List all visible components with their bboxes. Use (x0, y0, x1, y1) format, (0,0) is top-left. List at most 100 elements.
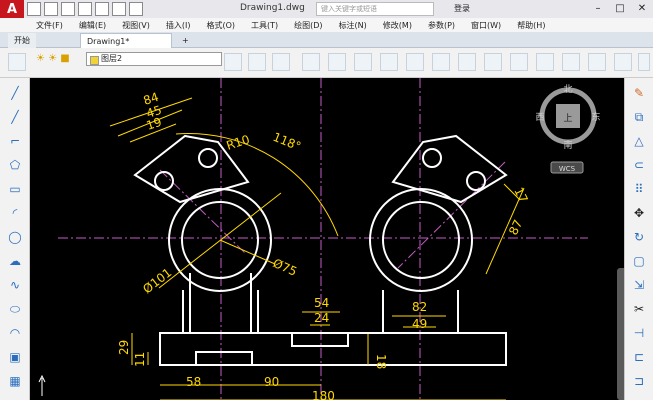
dimension-labels: 84 45 19 118° R10 Ø101 Ø75 54 24 82 49 2… (117, 90, 531, 400)
dimension-space-icon[interactable] (588, 53, 606, 71)
make-block-icon[interactable]: ▦ (6, 372, 24, 390)
viewcube[interactable]: 北 南 东 西 上 WCS (535, 84, 601, 174)
add-tab-button[interactable]: + (176, 33, 195, 48)
scale-icon[interactable]: ▢ (630, 252, 648, 270)
ellipse-arc-icon[interactable]: ◠ (6, 324, 24, 342)
document-title: Drawing1.dwg (240, 3, 305, 13)
save-icon[interactable] (61, 2, 75, 16)
linear-dimension-icon[interactable] (302, 53, 320, 71)
tab-drawing1[interactable]: Drawing1* (80, 33, 172, 48)
dim-24: 24 (314, 311, 329, 325)
radius-dimension-icon[interactable] (406, 53, 424, 71)
minimize-icon[interactable]: – (587, 0, 609, 18)
stretch-icon[interactable]: ⇲ (630, 276, 648, 294)
document-tab-bar: 开始 Drawing1* + (0, 32, 653, 48)
arc-length-icon[interactable] (354, 53, 372, 71)
circle-icon[interactable]: ◯ (6, 228, 24, 246)
menu-bar: 文件(F) 编辑(E) 视图(V) 插入(I) 格式(O) 工具(T) 绘图(D… (0, 18, 653, 32)
app-logo[interactable]: A (0, 0, 24, 18)
move-icon[interactable]: ✥ (630, 204, 648, 222)
viewcube-east[interactable]: 东 (591, 111, 600, 123)
menu-tools[interactable]: 工具(T) (251, 20, 278, 31)
construction-line-icon[interactable]: ╱ (6, 108, 24, 126)
center-lines (58, 78, 588, 400)
array-icon[interactable]: ⠿ (630, 180, 648, 198)
maximize-icon[interactable]: □ (609, 0, 631, 18)
tab-start[interactable]: 开始 (8, 33, 36, 48)
layer-stack-icon[interactable] (224, 53, 242, 71)
menu-format[interactable]: 格式(O) (206, 20, 235, 31)
viewcube-top[interactable]: 上 (563, 113, 572, 124)
ucs-icon (38, 374, 46, 396)
ellipse-icon[interactable]: ⬭ (6, 300, 24, 318)
aligned-dimension-icon[interactable] (328, 53, 346, 71)
undo-icon[interactable] (112, 2, 126, 16)
revision-cloud-icon[interactable]: ☁ (6, 252, 24, 270)
layer-dropdown[interactable]: 图层2 (86, 52, 222, 66)
trim-icon[interactable]: ✂ (630, 300, 648, 318)
viewcube-south[interactable]: 南 (563, 139, 572, 151)
modify-toolbar: ✎ ⧉ △ ⊂ ⠿ ✥ ↻ ▢ ⇲ ✂ ⊣ ⊏ ⊐ (624, 78, 653, 400)
menu-edit[interactable]: 编辑(E) (79, 20, 106, 31)
rotate-icon[interactable]: ↻ (630, 228, 648, 246)
erase-icon[interactable]: ✎ (630, 84, 648, 102)
menu-parameters[interactable]: 参数(P) (428, 20, 455, 31)
drawing-canvas[interactable]: 84 45 19 118° R10 Ø101 Ø75 54 24 82 49 2… (30, 78, 624, 400)
dim-11: 11 (133, 352, 147, 367)
spline-icon[interactable]: ∿ (6, 276, 24, 294)
menu-insert[interactable]: 插入(I) (166, 20, 191, 31)
polygon-icon[interactable]: ⬠ (6, 156, 24, 174)
dim-87: 87 (506, 217, 525, 237)
dimension-lines (109, 97, 525, 400)
tolerance-icon[interactable] (638, 53, 650, 71)
menu-window[interactable]: 窗口(W) (471, 20, 501, 31)
insert-block-icon[interactable]: ▣ (6, 348, 24, 366)
menu-dimension[interactable]: 标注(N) (339, 20, 367, 31)
layer-state-icons[interactable]: ☀ ☀ ■ (36, 52, 82, 66)
quick-dimension-icon[interactable] (510, 53, 528, 71)
redo-icon[interactable] (129, 2, 143, 16)
dimension-break-icon[interactable] (614, 53, 632, 71)
arc-icon[interactable]: ◜ (6, 204, 24, 222)
login-button[interactable]: 登录 (454, 3, 470, 14)
new-file-icon[interactable] (27, 2, 41, 16)
menu-view[interactable]: 视图(V) (122, 20, 150, 31)
layer-match-icon[interactable] (272, 53, 290, 71)
line-icon[interactable]: ╱ (6, 84, 24, 102)
copy-icon[interactable]: ⧉ (630, 108, 648, 126)
dim-58: 58 (186, 375, 201, 389)
extend-icon[interactable]: ⊣ (630, 324, 648, 342)
diameter-dimension-icon[interactable] (458, 53, 476, 71)
layer-previous-icon[interactable] (248, 53, 266, 71)
print-icon[interactable] (95, 2, 109, 16)
angular-dimension-icon[interactable] (484, 53, 502, 71)
toolbar: ☀ ☀ ■ 图层2 (0, 48, 653, 78)
dim-82: 82 (412, 300, 427, 314)
polyline-icon[interactable]: ⌐ (6, 132, 24, 150)
ordinate-dimension-icon[interactable] (380, 53, 398, 71)
menu-help[interactable]: 帮助(H) (517, 20, 545, 31)
break-icon[interactable]: ⊏ (630, 348, 648, 366)
dim-17: 17 (511, 185, 530, 205)
offset-icon[interactable]: ⊂ (630, 156, 648, 174)
continue-dimension-icon[interactable] (562, 53, 580, 71)
viewcube-north[interactable]: 北 (563, 84, 572, 95)
join-icon[interactable]: ⊐ (630, 372, 648, 390)
menu-file[interactable]: 文件(F) (36, 20, 63, 31)
dim-90: 90 (264, 375, 279, 389)
navigation-bar[interactable] (617, 268, 624, 400)
search-input[interactable]: 键入关键字或短语 (316, 2, 434, 16)
mirror-icon[interactable]: △ (630, 132, 648, 150)
close-icon[interactable]: ✕ (631, 0, 653, 18)
dim-dia101: Ø101 (140, 265, 174, 296)
menu-modify[interactable]: 修改(M) (383, 20, 412, 31)
save-as-icon[interactable] (78, 2, 92, 16)
wcs-label[interactable]: WCS (559, 165, 576, 173)
rectangle-icon[interactable]: ▭ (6, 180, 24, 198)
menu-draw[interactable]: 绘图(D) (294, 20, 322, 31)
layer-manager-icon[interactable] (8, 53, 26, 71)
jogged-dimension-icon[interactable] (432, 53, 450, 71)
open-file-icon[interactable] (44, 2, 58, 16)
viewcube-west[interactable]: 西 (535, 112, 544, 123)
baseline-dimension-icon[interactable] (536, 53, 554, 71)
